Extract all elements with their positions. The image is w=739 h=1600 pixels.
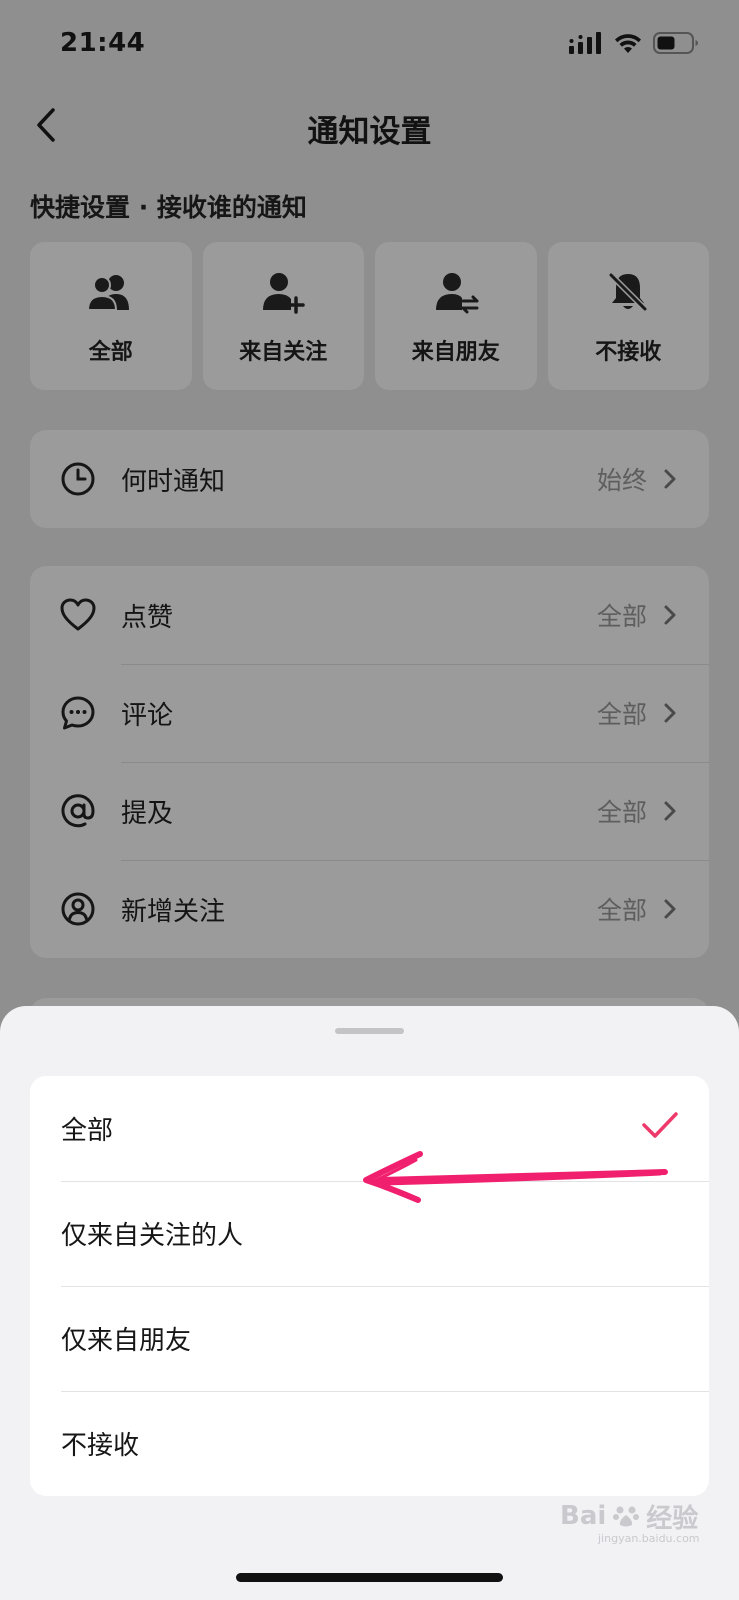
quick-option-all[interactable]: 全部	[30, 242, 192, 390]
row-label: 提及	[121, 798, 174, 829]
new-followers-row[interactable]: 新增关注 全部	[30, 860, 709, 958]
option-label: 仅来自朋友	[61, 1326, 192, 1356]
checkmark-icon	[642, 1112, 678, 1138]
when-notify-row[interactable]: 何时通知 始终	[30, 430, 709, 528]
bell-off-icon	[608, 272, 649, 312]
notification-types-card: 点赞 全部 评论 全部 提及 全部 新增关注 全部	[30, 566, 709, 958]
row-value: 全部	[596, 602, 647, 631]
option-label: 全部	[61, 1116, 114, 1146]
sheet-options-list: 全部 仅来自关注的人 仅来自朋友 不接收	[30, 1076, 709, 1496]
chevron-right-icon	[664, 899, 676, 919]
sheet-option-friends-only[interactable]: 仅来自朋友	[30, 1286, 709, 1391]
option-label: 仅来自关注的人	[61, 1221, 244, 1251]
paw-icon	[613, 1506, 640, 1527]
watermark-brand: Bai	[560, 1501, 607, 1531]
status-bar: 21:44	[0, 0, 739, 90]
quick-option-none[interactable]: 不接收	[547, 242, 709, 390]
home-indicator	[236, 1573, 503, 1582]
people-icon	[86, 275, 129, 311]
quick-option-friends[interactable]: 来自朋友	[375, 242, 537, 390]
nav-bar: 通知设置	[0, 90, 739, 160]
heart-icon	[60, 598, 96, 631]
battery-icon	[653, 32, 698, 54]
quick-settings-title: 快捷设置 · 接收谁的通知	[30, 193, 307, 222]
status-icons	[569, 32, 699, 54]
quick-option-label: 全部	[88, 340, 133, 365]
comment-icon	[61, 696, 95, 730]
row-value: 全部	[596, 700, 647, 729]
chevron-right-icon	[664, 801, 676, 821]
watermark-brand-suffix: 经验	[646, 1503, 699, 1534]
row-label: 评论	[121, 700, 174, 731]
baidu-watermark: Bai 经验 jingyan.baidu.com	[560, 1496, 710, 1545]
status-time: 21:44	[60, 28, 146, 58]
chevron-right-icon	[664, 469, 676, 489]
watermark-url: jingyan.baidu.com	[598, 1532, 700, 1545]
row-value: 全部	[596, 798, 647, 827]
chevron-right-icon	[664, 703, 676, 723]
when-notify-card: 何时通知 始终	[30, 430, 709, 528]
quick-option-label: 来自朋友	[411, 340, 500, 365]
quick-settings-row: 全部 来自关注 来自朋友 不接收	[30, 242, 709, 390]
person-add-icon	[263, 273, 305, 314]
quick-option-label: 不接收	[595, 340, 662, 365]
row-value: 全部	[596, 896, 647, 925]
row-label: 新增关注	[121, 896, 226, 927]
person-swap-icon	[435, 273, 479, 314]
signal-icon	[569, 32, 601, 54]
chevron-right-icon	[664, 605, 676, 625]
page-title: 通知设置	[307, 114, 432, 150]
quick-option-following[interactable]: 来自关注	[202, 242, 364, 390]
quick-option-label: 来自关注	[239, 340, 328, 365]
row-value: 始终	[596, 466, 647, 495]
sheet-drag-handle[interactable]	[335, 1028, 404, 1034]
clock-icon	[61, 462, 95, 496]
at-icon	[61, 794, 95, 828]
wifi-icon	[615, 34, 641, 53]
option-label: 不接收	[61, 1431, 140, 1461]
mentions-row[interactable]: 提及 全部	[30, 762, 709, 860]
comments-row[interactable]: 评论 全部	[30, 664, 709, 762]
follower-icon	[61, 892, 95, 926]
sheet-option-none[interactable]: 不接收	[30, 1391, 709, 1496]
row-label: 点赞	[121, 602, 174, 633]
likes-row[interactable]: 点赞 全部	[30, 566, 709, 664]
row-label: 何时通知	[121, 466, 226, 497]
annotation-arrow-icon	[363, 1151, 668, 1203]
